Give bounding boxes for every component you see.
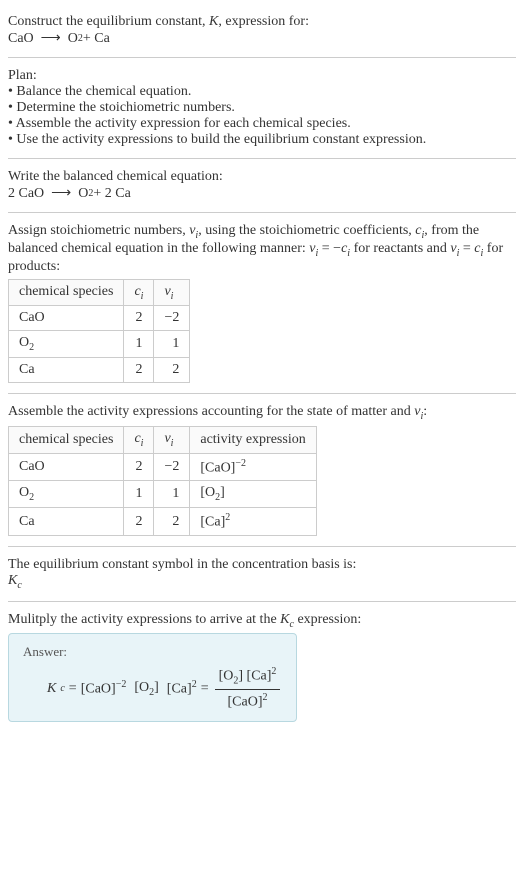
basis-symbol: Kc (8, 573, 516, 591)
cell-ci: 2 (124, 508, 154, 536)
table-row: CaO 2 −2 [CaO]−2 (9, 453, 317, 481)
cell-species: CaO (9, 306, 124, 331)
plan-section: Plan: • Balance the chemical equation. •… (8, 62, 516, 154)
intro-section: Construct the equilibrium constant, K, e… (8, 8, 516, 53)
multiply-title: Mulitply the activity expressions to arr… (8, 612, 516, 630)
divider (8, 393, 516, 394)
plan-item-4: • Use the activity expressions to build … (8, 132, 516, 148)
table-row: CaO 2 −2 (9, 306, 190, 331)
frac-numerator: [O2] [Ca]2 (215, 666, 281, 689)
stoich-text-b: , using the stoichiometric coefficients, (198, 223, 415, 238)
intro-text-b: , expression for: (218, 14, 309, 29)
cell-species: O2 (9, 331, 124, 358)
multiply-section: Mulitply the activity expressions to arr… (8, 606, 516, 728)
eq-rhs-b: + Ca (83, 31, 110, 47)
act-text-a: Assemble the activity expressions accoun… (8, 404, 414, 419)
activity-section: Assemble the activity expressions accoun… (8, 398, 516, 542)
cell-nui: 1 (154, 331, 190, 358)
cell-ci: 2 (124, 358, 154, 383)
cell-nui: −2 (154, 306, 190, 331)
answer-label: Answer: (23, 644, 282, 660)
cell-activity: [O2] (190, 481, 316, 508)
stoich-intro: Assign stoichiometric numbers, νi, using… (8, 223, 516, 275)
balanced-equation: 2 CaO ⟶ O2 + 2 Ca (8, 185, 516, 202)
cell-ci: 2 (124, 453, 154, 481)
ans-t1: [CaO]−2 (81, 679, 127, 698)
table-row: chemical species ci νi (9, 279, 190, 306)
basis-title: The equilibrium constant symbol in the c… (8, 557, 516, 573)
table-row: chemical species ci νi activity expressi… (9, 426, 317, 453)
divider (8, 158, 516, 159)
divider (8, 601, 516, 602)
act-text-b: : (423, 404, 427, 419)
mul-text-a: Mulitply the activity expressions to arr… (8, 612, 280, 627)
stoich-text-d: for reactants and (350, 241, 450, 256)
K-symbol: K (209, 14, 218, 29)
cell-ci: 1 (124, 331, 154, 358)
ans-K: K (47, 681, 56, 697)
cell-species: Ca (9, 358, 124, 383)
th-ci: ci (124, 279, 154, 306)
stoich-text-a: Assign stoichiometric numbers, (8, 223, 189, 238)
th-nui: νi (154, 279, 190, 306)
divider (8, 57, 516, 58)
plan-item-3: • Assemble the activity expression for e… (8, 116, 516, 132)
divider (8, 546, 516, 547)
th-ci: ci (124, 426, 154, 453)
stoich-table: chemical species ci νi CaO 2 −2 O2 1 1 C… (8, 279, 190, 384)
answer-box: Answer: Kc = [CaO]−2 [O2] [Ca]2 = [O2] [… (8, 633, 297, 721)
ans-eq1: = (69, 681, 77, 697)
divider (8, 212, 516, 213)
cell-species: Ca (9, 508, 124, 536)
eq2-mid: = (459, 241, 474, 256)
th-species: chemical species (9, 426, 124, 453)
frac-denominator: [CaO]2 (224, 690, 272, 711)
cell-nui: 1 (154, 481, 190, 508)
cell-activity: [CaO]−2 (190, 453, 316, 481)
arrow-icon: ⟶ (51, 185, 71, 202)
table-row: Ca 2 2 [Ca]2 (9, 508, 317, 536)
table-row: O2 1 1 (9, 331, 190, 358)
mul-K: K (280, 612, 289, 627)
intro-text-a: Construct the equilibrium constant, (8, 14, 209, 29)
plan-item-2: • Determine the stoichiometric numbers. (8, 100, 516, 116)
eq-rhs-a: O (68, 31, 78, 47)
arrow-icon: ⟶ (41, 30, 61, 47)
intro-line: Construct the equilibrium constant, K, e… (8, 14, 516, 30)
activity-table: chemical species ci νi activity expressi… (8, 426, 317, 536)
eq-lhs: CaO (8, 31, 34, 47)
bal-lhs: 2 CaO (8, 186, 44, 202)
ans-Ksub: c (60, 683, 64, 694)
fraction: [O2] [Ca]2 [CaO]2 (215, 666, 281, 710)
ans-t2: [O2] (134, 680, 158, 698)
th-nui: νi (154, 426, 190, 453)
mul-text-b: expression: (294, 612, 361, 627)
ans-eq2: = (201, 681, 209, 697)
cell-ci: 1 (124, 481, 154, 508)
cell-ci: 2 (124, 306, 154, 331)
th-activity: activity expression (190, 426, 316, 453)
table-row: O2 1 1 [O2] (9, 481, 317, 508)
cell-nui: 2 (154, 508, 190, 536)
table-row: Ca 2 2 (9, 358, 190, 383)
th-species: chemical species (9, 279, 124, 306)
cell-nui: 2 (154, 358, 190, 383)
bal-rhs-b: + 2 Ca (93, 186, 130, 202)
ans-t3: [Ca]2 (167, 679, 197, 698)
plan-title: Plan: (8, 68, 516, 84)
eq1-mid: = − (318, 241, 341, 256)
cell-nui: −2 (154, 453, 190, 481)
cell-species: CaO (9, 453, 124, 481)
bal-rhs-a: O (78, 186, 88, 202)
stoich-section: Assign stoichiometric numbers, νi , using… (8, 217, 516, 389)
balanced-section: Write the balanced chemical equation: 2 … (8, 163, 516, 208)
balanced-title: Write the balanced chemical equation: (8, 169, 516, 185)
unbalanced-equation: CaO ⟶ O2 + Ca (8, 30, 516, 47)
activity-title: Assemble the activity expressions accoun… (8, 404, 516, 422)
basis-section: The equilibrium constant symbol in the c… (8, 551, 516, 597)
plan-item-1: • Balance the chemical equation. (8, 84, 516, 100)
answer-equation: Kc = [CaO]−2 [O2] [Ca]2 = [O2] [Ca]2 [Ca… (47, 666, 282, 710)
cell-species: O2 (9, 481, 124, 508)
cell-activity: [Ca]2 (190, 508, 316, 536)
